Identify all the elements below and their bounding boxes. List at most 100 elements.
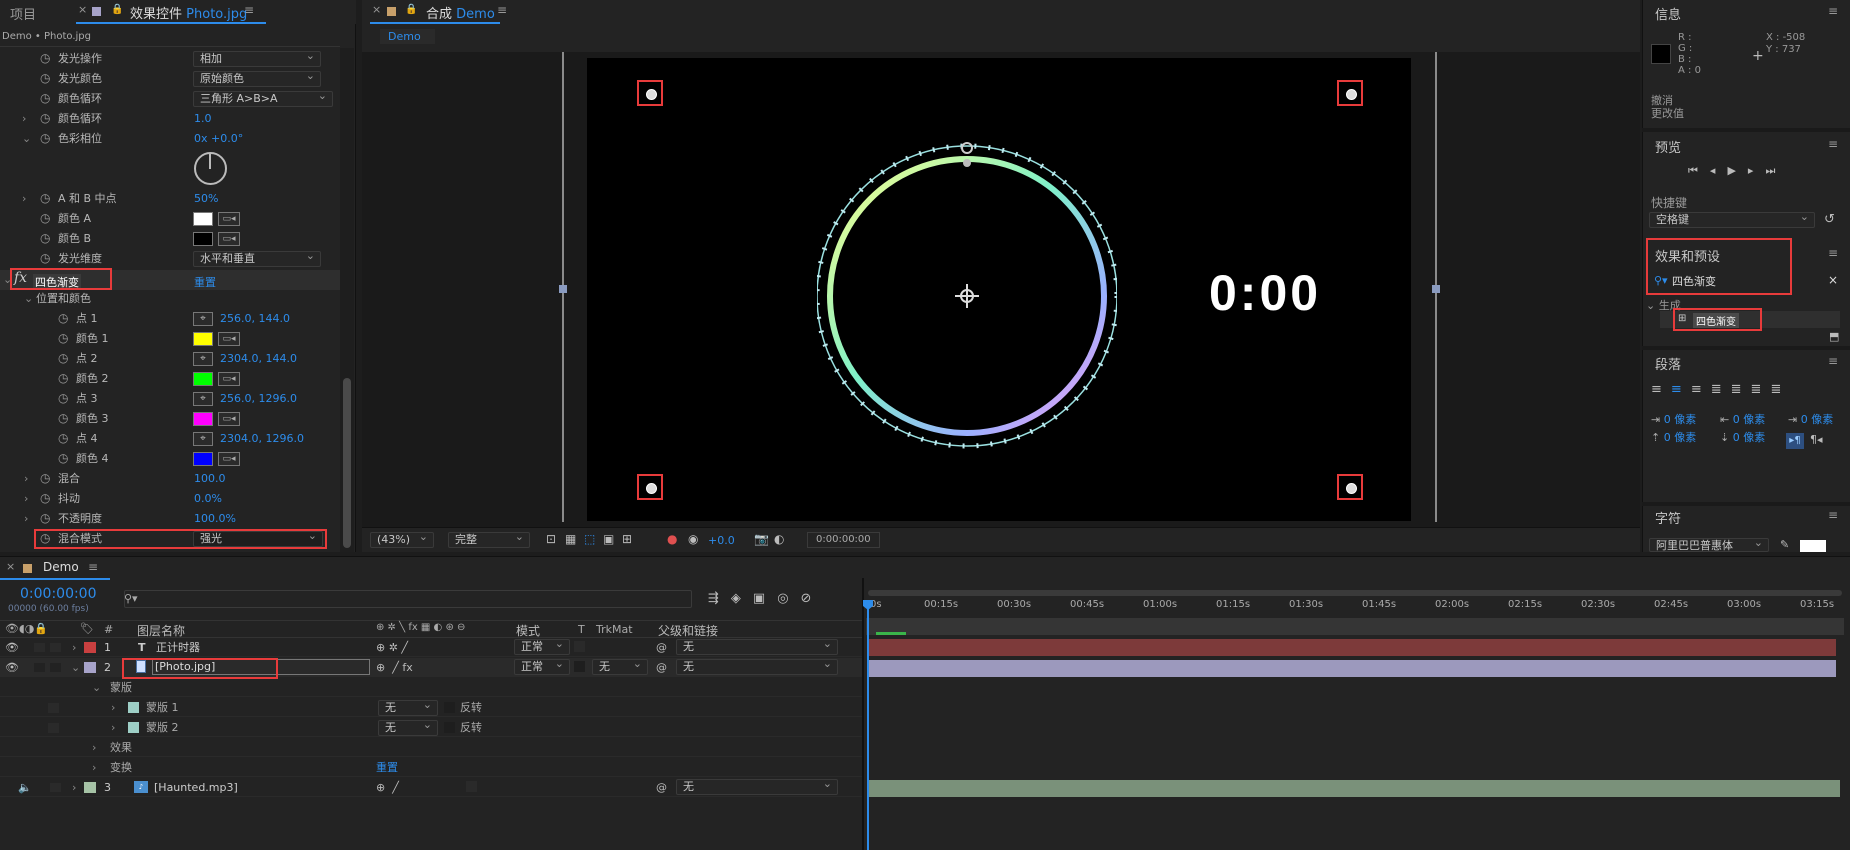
playhead-line[interactable] — [867, 601, 869, 850]
eye-icon[interactable]: 👁 — [5, 658, 19, 677]
prop-value[interactable]: 50% — [194, 190, 218, 207]
font-family-select[interactable]: 阿里巴巴普惠体 — [1649, 536, 1769, 552]
eyedropper-icon[interactable]: ▭◂ — [218, 372, 240, 386]
play-icon[interactable]: ▶ — [1727, 164, 1747, 177]
grid-icon[interactable]: ⊞ — [622, 532, 632, 546]
draft-3d-icon[interactable]: ◈ — [731, 591, 753, 606]
search-icon[interactable]: ⚲▾ — [1654, 274, 1668, 287]
eyedropper-icon[interactable]: ▭◂ — [218, 212, 240, 226]
guide-handle[interactable] — [1432, 285, 1440, 293]
stopwatch-icon[interactable]: ◷ — [40, 210, 50, 227]
indent-left[interactable]: ⇥ 0 像素 — [1651, 411, 1696, 427]
solo-box[interactable] — [34, 643, 45, 652]
layer-row-3[interactable]: 🔈 › 3 ♪ [Haunted.mp3] ⊕ ╱ @ 无 — [0, 777, 862, 797]
masks-group-row[interactable]: ⌄ 蒙版 — [0, 678, 862, 697]
crosshair-icon[interactable]: ⌖ — [193, 352, 213, 366]
stopwatch-icon[interactable]: ◷ — [40, 130, 50, 147]
scrollbar-track[interactable] — [340, 48, 354, 552]
indent-first[interactable]: ⇥ 0 像素 — [1788, 411, 1833, 427]
prop-value[interactable]: 100.0 — [194, 470, 226, 487]
next-frame-icon[interactable]: ▸ — [1748, 164, 1766, 177]
justify-last-right-icon[interactable]: ≣ — [1751, 382, 1771, 397]
eyedropper-icon[interactable]: ▭◂ — [218, 452, 240, 466]
transparency-grid-icon[interactable]: ▦ — [565, 532, 576, 546]
color-swatch[interactable] — [193, 332, 213, 346]
align-center-icon[interactable]: ≡ — [1671, 382, 1691, 397]
space-after[interactable]: ⇣ 0 像素 — [1720, 429, 1765, 445]
switches[interactable]: ⊕ ╱ fx — [376, 658, 413, 677]
solo-box[interactable] — [34, 663, 45, 672]
color-swatch[interactable] — [193, 372, 213, 386]
switches[interactable]: ⊕ ╱ — [376, 778, 399, 797]
panel-menu-icon[interactable]: ≡ — [88, 560, 98, 574]
last-frame-icon[interactable]: ⏭ — [1765, 164, 1787, 177]
effects-search-input[interactable] — [1672, 273, 1822, 289]
effect-result-item[interactable]: 四色渐变 — [1693, 313, 1739, 328]
comp-canvas[interactable]: 0:00 — [587, 58, 1411, 521]
prop-value[interactable]: 0.0% — [194, 490, 222, 507]
channel-icon[interactable]: ● — [667, 532, 677, 546]
eye-icon[interactable]: 👁 — [5, 638, 19, 657]
graph-editor-icon[interactable]: ⊘ — [801, 591, 824, 606]
snapshot-icon[interactable]: 📷 — [754, 532, 769, 546]
reset-link[interactable]: 重置 — [194, 274, 216, 290]
layer-search-input[interactable] — [124, 590, 692, 608]
region-icon[interactable]: ⊡ — [546, 532, 556, 546]
twirl-down-icon[interactable]: ⌄ — [92, 678, 101, 697]
tab-timeline[interactable]: Demo — [43, 560, 79, 574]
layer-name[interactable]: 正计时器 — [156, 638, 200, 657]
new-preset-icon[interactable]: ⬒ — [1829, 330, 1839, 343]
first-frame-icon[interactable]: ⏮ — [1688, 164, 1710, 177]
color-swatch[interactable] — [193, 412, 213, 426]
twirl-down-icon[interactable]: ⌄ — [24, 290, 33, 307]
prop-value[interactable]: 2304.0, 1296.0 — [220, 430, 304, 447]
color-swatch[interactable] — [193, 452, 213, 466]
invert-checkbox[interactable] — [444, 702, 455, 713]
justify-last-left-icon[interactable]: ≣ — [1711, 382, 1731, 397]
tab-composition[interactable]: 合成 Demo — [426, 3, 495, 22]
crosshair-icon[interactable]: ⌖ — [193, 312, 213, 326]
twirl-right-icon[interactable]: › — [24, 510, 28, 527]
fill-color-swatch[interactable] — [1800, 540, 1826, 552]
mask-mode-select[interactable]: 无 — [378, 718, 438, 736]
twirl-right-icon[interactable]: › — [22, 190, 26, 207]
loop-icon[interactable]: ↺ — [1824, 212, 1835, 227]
current-time-field[interactable]: 0:00:00:00 — [807, 532, 880, 548]
frame-blend-icon[interactable]: ◎ — [777, 591, 800, 606]
effects-group-row[interactable]: › 效果 — [0, 738, 862, 757]
pickwhip-icon[interactable]: @ — [656, 778, 667, 797]
eyedropper-icon[interactable]: ▭◂ — [218, 232, 240, 246]
shortcut-select[interactable]: 空格键 — [1649, 210, 1815, 228]
stopwatch-icon[interactable]: ◷ — [40, 490, 50, 507]
space-before[interactable]: ⇡ 0 像素 — [1651, 429, 1696, 445]
invert-checkbox[interactable] — [444, 722, 455, 733]
close-icon[interactable]: × — [6, 560, 15, 573]
close-icon[interactable]: × — [372, 3, 381, 16]
switches[interactable]: ⊕ ✲ ╱ — [376, 638, 408, 657]
tab-project[interactable]: 项目 — [10, 4, 36, 23]
justify-all-icon[interactable]: ≣ — [1770, 382, 1790, 397]
twirl-right-icon[interactable]: › — [24, 490, 28, 507]
lock-box[interactable] — [48, 703, 59, 713]
parent-select[interactable]: 无 — [676, 637, 838, 655]
mask-name[interactable]: 蒙版 2 — [146, 718, 179, 737]
prop-value[interactable]: 0x +0.0° — [194, 130, 243, 147]
close-icon[interactable]: × — [78, 3, 87, 16]
stopwatch-icon[interactable]: ◷ — [40, 190, 50, 207]
reset-link[interactable]: 重置 — [376, 758, 398, 777]
glow-op-select[interactable]: 相加 — [193, 49, 321, 67]
eyedropper-icon[interactable]: ✎ — [1780, 538, 1789, 551]
lock-box[interactable] — [50, 643, 61, 652]
twirl-right-icon[interactable]: › — [24, 470, 28, 487]
blend-mode-select[interactable]: 正常 — [514, 657, 570, 675]
exposure-value[interactable]: +0.0 — [708, 534, 735, 547]
stopwatch-icon[interactable]: ◷ — [58, 450, 68, 467]
clear-search-icon[interactable]: × — [1828, 273, 1838, 287]
twirl-down-icon[interactable]: ⌄ — [22, 130, 31, 147]
stopwatch-icon[interactable]: ◷ — [58, 310, 68, 327]
twirl-right-icon[interactable]: › — [111, 698, 115, 717]
panel-menu-icon[interactable]: ≡ — [1828, 354, 1838, 368]
mask-color[interactable] — [128, 702, 139, 713]
justify-last-center-icon[interactable]: ≣ — [1731, 382, 1751, 397]
switch-box[interactable] — [466, 781, 477, 792]
